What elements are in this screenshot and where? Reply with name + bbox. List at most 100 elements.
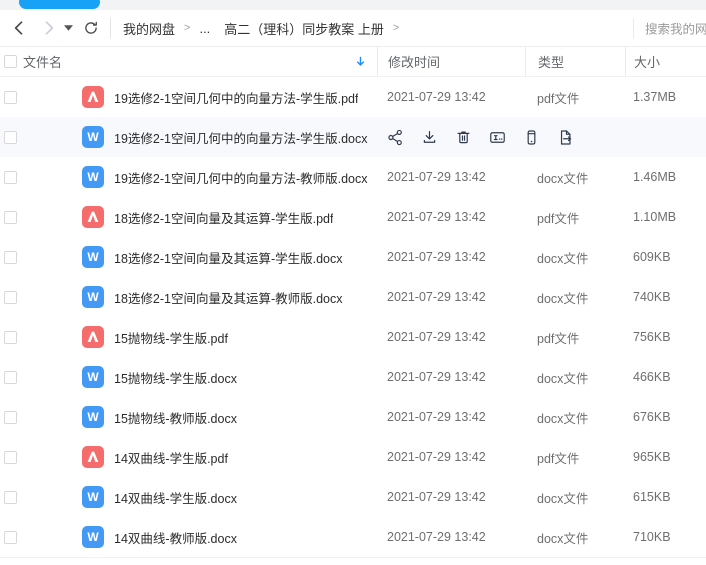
file-name-cell: W 14双曲线-学生版.docx (0, 486, 377, 508)
file-name[interactable]: 18选修2-1空间向量及其运算-学生版.pdf (114, 208, 333, 227)
row-checkbox[interactable] (4, 251, 17, 264)
column-header-filename-label[interactable]: 文件名 (23, 52, 62, 71)
file-modified: 2021-07-29 13:42 (377, 250, 525, 264)
file-name[interactable]: 15抛物线-学生版.pdf (114, 328, 228, 347)
row-checkbox[interactable] (4, 411, 17, 424)
docx-file-icon: W (82, 526, 104, 548)
file-name[interactable]: 15抛物线-教师版.docx (114, 408, 237, 427)
column-header-modified[interactable]: 修改时间 (377, 47, 525, 76)
docx-file-icon: W (82, 366, 104, 388)
sort-descending-icon[interactable] (354, 55, 367, 68)
select-all-checkbox[interactable] (4, 55, 17, 68)
file-size: 965KB (625, 450, 706, 464)
search-divider (633, 18, 634, 39)
file-name-cell: W 15抛物线-学生版.docx (0, 366, 377, 388)
breadcrumb-root[interactable]: 我的网盘 (123, 19, 175, 38)
rename-icon[interactable] (487, 127, 507, 147)
pdf-file-icon (82, 206, 104, 228)
file-name[interactable]: 15抛物线-学生版.docx (114, 368, 237, 387)
breadcrumb-ellipsis[interactable]: ... (199, 21, 210, 36)
file-modified: 2021-07-29 13:42 (377, 90, 525, 104)
file-size: 756KB (625, 330, 706, 344)
file-name[interactable]: 18选修2-1空间向量及其运算-学生版.docx (114, 248, 343, 267)
table-row[interactable]: 19选修2-1空间几何中的向量方法-学生版.pdf 2021-07-29 13:… (0, 77, 706, 117)
file-name-cell: W 19选修2-1空间几何中的向量方法-教师版.docx (0, 166, 377, 188)
file-name[interactable]: 14双曲线-学生版.docx (114, 488, 237, 507)
refresh-button[interactable] (80, 17, 102, 39)
column-header-filename: 文件名 (0, 47, 377, 76)
file-modified: 2021-07-29 13:42 (377, 410, 525, 424)
row-checkbox[interactable] (4, 171, 17, 184)
delete-icon[interactable] (453, 127, 473, 147)
file-modified: 2021-07-29 13:42 (377, 530, 525, 544)
row-checkbox[interactable] (4, 291, 17, 304)
forward-button[interactable] (38, 17, 60, 39)
file-name-cell: 18选修2-1空间向量及其运算-学生版.pdf (0, 206, 377, 228)
breadcrumb: 我的网盘 > ... 高二（理科）同步教案 上册 > (123, 19, 408, 38)
table-row[interactable]: 15抛物线-学生版.pdf 2021-07-29 13:42 pdf文件 756… (0, 317, 706, 357)
table-row[interactable]: W 15抛物线-学生版.docx 2021-07-29 13:42 docx文件… (0, 357, 706, 397)
share-icon[interactable] (385, 127, 405, 147)
file-type: pdf文件 (525, 208, 625, 227)
file-name-cell: W 18选修2-1空间向量及其运算-教师版.docx (0, 286, 377, 308)
file-modified: 2021-07-29 13:42 (377, 450, 525, 464)
row-checkbox[interactable] (4, 91, 17, 104)
file-name-cell: 19选修2-1空间几何中的向量方法-学生版.pdf (0, 86, 377, 108)
row-checkbox[interactable] (4, 531, 17, 544)
column-header-type[interactable]: 类型 (525, 47, 625, 76)
file-name[interactable]: 19选修2-1空间几何中的向量方法-学生版.docx (114, 128, 368, 147)
row-checkbox[interactable] (4, 131, 17, 144)
file-type: docx文件 (525, 168, 625, 187)
file-type: docx文件 (525, 528, 625, 547)
chevron-left-icon (9, 18, 29, 38)
file-name[interactable]: 19选修2-1空间几何中的向量方法-学生版.pdf (114, 88, 358, 107)
caret-down-icon (64, 25, 73, 31)
file-size: 676KB (625, 410, 706, 424)
breadcrumb-separator: > (184, 22, 190, 34)
row-checkbox[interactable] (4, 331, 17, 344)
table-row[interactable]: 14双曲线-学生版.pdf 2021-07-29 13:42 pdf文件 965… (0, 437, 706, 477)
download-icon[interactable] (419, 127, 439, 147)
table-header: 文件名 修改时间 类型 大小 (0, 47, 706, 77)
file-type: pdf文件 (525, 328, 625, 347)
column-header-size[interactable]: 大小 (625, 47, 706, 76)
file-name[interactable]: 19选修2-1空间几何中的向量方法-教师版.docx (114, 168, 368, 187)
file-name[interactable]: 18选修2-1空间向量及其运算-教师版.docx (114, 288, 343, 307)
table-row[interactable]: W 19选修2-1空间几何中的向量方法-教师版.docx 2021-07-29 … (0, 157, 706, 197)
table-row[interactable]: W 18选修2-1空间向量及其运算-学生版.docx 2021-07-29 13… (0, 237, 706, 277)
file-size: 1.10MB (625, 210, 706, 224)
netdisk-window: 我的网盘 > ... 高二（理科）同步教案 上册 > 搜索我的网盘 文件名 修改… (0, 0, 706, 565)
file-name[interactable]: 14双曲线-教师版.docx (114, 528, 237, 547)
table-row[interactable]: W 18选修2-1空间向量及其运算-教师版.docx 2021-07-29 13… (0, 277, 706, 317)
file-name-cell: W 14双曲线-教师版.docx (0, 526, 377, 548)
toolbar: 我的网盘 > ... 高二（理科）同步教案 上册 > 搜索我的网盘 (0, 10, 706, 47)
table-row[interactable]: 18选修2-1空间向量及其运算-学生版.pdf 2021-07-29 13:42… (0, 197, 706, 237)
back-button[interactable] (8, 17, 30, 39)
table-row[interactable]: W 15抛物线-教师版.docx 2021-07-29 13:42 docx文件… (0, 397, 706, 437)
table-row[interactable]: W 14双曲线-教师版.docx 2021-07-29 13:42 docx文件… (0, 517, 706, 557)
save-to-device-icon[interactable] (521, 127, 541, 147)
file-name[interactable]: 14双曲线-学生版.pdf (114, 448, 228, 467)
pdf-file-icon (82, 326, 104, 348)
file-modified: 2021-07-29 13:42 (377, 370, 525, 384)
breadcrumb-current-folder[interactable]: 高二（理科）同步教案 上册 (224, 19, 384, 38)
table-row[interactable]: W 14双曲线-学生版.docx 2021-07-29 13:42 docx文件… (0, 477, 706, 517)
search-input[interactable]: 搜索我的网盘 (645, 19, 706, 38)
row-checkbox[interactable] (4, 451, 17, 464)
active-browser-tab[interactable] (19, 0, 100, 9)
docx-file-icon: W (82, 406, 104, 428)
file-modified: 2021-07-29 13:42 (377, 290, 525, 304)
refresh-icon (82, 19, 100, 37)
move-to-icon[interactable] (555, 127, 575, 147)
file-type: docx文件 (525, 288, 625, 307)
row-checkbox[interactable] (4, 371, 17, 384)
table-row-hovered[interactable]: W 19选修2-1空间几何中的向量方法-学生版.docx (0, 117, 706, 157)
row-checkbox[interactable] (4, 491, 17, 504)
docx-file-icon: W (82, 486, 104, 508)
file-name-cell: W 19选修2-1空间几何中的向量方法-学生版.docx (0, 126, 377, 148)
pdf-file-icon (82, 86, 104, 108)
row-checkbox[interactable] (4, 211, 17, 224)
breadcrumb-separator: > (393, 22, 399, 34)
docx-file-icon: W (82, 246, 104, 268)
history-dropdown-caret[interactable] (62, 17, 74, 39)
